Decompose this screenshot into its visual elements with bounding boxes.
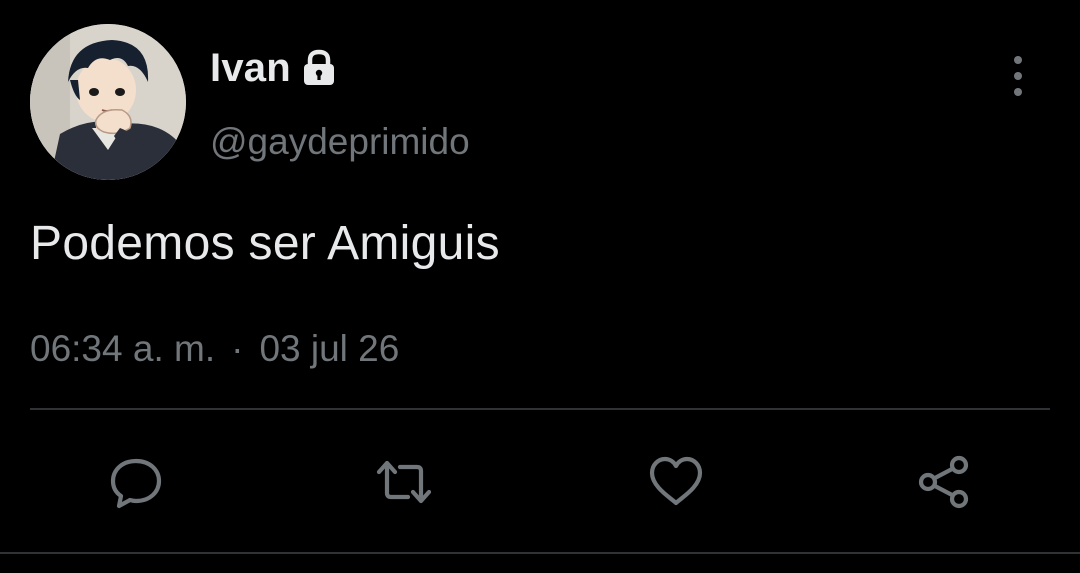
tweet-detail: Ivan @gaydeprimido Podemos ser Amiguis 0…	[0, 0, 1080, 573]
lock-icon	[299, 48, 339, 88]
more-options-icon[interactable]	[1000, 52, 1036, 100]
tweet-metadata: 06:34 a. m. · 03 jul 26	[30, 324, 399, 374]
like-button[interactable]	[646, 452, 706, 512]
share-button[interactable]	[914, 452, 974, 512]
bottom-divider	[0, 552, 1080, 554]
like-icon	[649, 456, 703, 506]
tweet-text: Podemos ser Amiguis	[30, 217, 500, 270]
retweet-button[interactable]	[374, 452, 434, 512]
reply-button[interactable]	[106, 452, 166, 512]
display-name[interactable]: Ivan	[210, 44, 291, 92]
avatar[interactable]	[30, 24, 186, 180]
tweet-time[interactable]: 06:34 a. m.	[30, 324, 215, 374]
retweet-icon	[376, 460, 432, 504]
avatar-illustration	[30, 24, 186, 180]
meta-separator: ·	[231, 328, 244, 369]
divider	[30, 408, 1050, 410]
author-handle[interactable]: @gaydeprimido	[210, 118, 470, 166]
share-icon	[918, 455, 969, 509]
tweet-date[interactable]: 03 jul 26	[259, 324, 399, 374]
reply-icon	[110, 458, 162, 509]
author-name-row[interactable]: Ivan	[210, 44, 339, 92]
